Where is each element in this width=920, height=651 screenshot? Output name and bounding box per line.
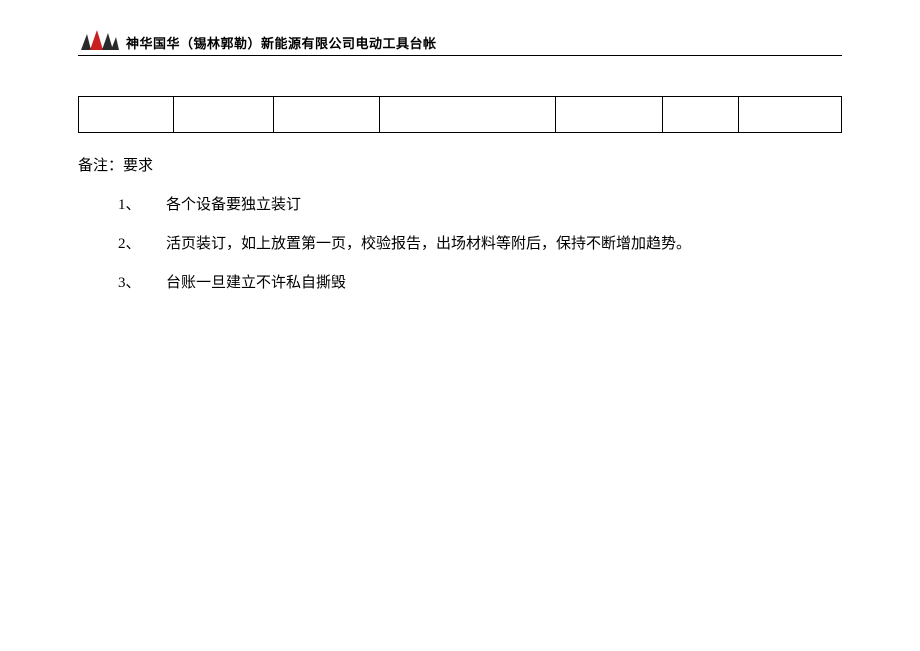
- list-number: 1、: [118, 193, 166, 214]
- list-text: 台账一旦建立不许私自撕毁: [166, 271, 842, 292]
- ledger-table: [78, 96, 842, 133]
- list-number: 3、: [118, 271, 166, 292]
- list-item: 2、 活页装订，如上放置第一页，校验报告，出场材料等附后，保持不断增加趋势。: [118, 232, 842, 253]
- list-text: 活页装订，如上放置第一页，校验报告，出场材料等附后，保持不断增加趋势。: [166, 232, 842, 253]
- list-number: 2、: [118, 232, 166, 253]
- list-item: 1、 各个设备要独立装订: [118, 193, 842, 214]
- list-text: 各个设备要独立装订: [166, 193, 842, 214]
- table-cell: [555, 97, 662, 133]
- table-cell: [79, 97, 174, 133]
- table-cell: [273, 97, 380, 133]
- table-cell: [380, 97, 555, 133]
- notes-title: 备注：要求: [78, 154, 842, 175]
- notes-section: 备注：要求 1、 各个设备要独立装订 2、 活页装订，如上放置第一页，校验报告，…: [78, 154, 842, 310]
- header-title: 神华国华（锡林郭勒）新能源有限公司电动工具台帐: [126, 33, 437, 52]
- notes-list: 1、 各个设备要独立装订 2、 活页装订，如上放置第一页，校验报告，出场材料等附…: [78, 193, 842, 292]
- table-cell: [738, 97, 841, 133]
- table-row: [79, 97, 842, 133]
- empty-table-container: [78, 96, 842, 133]
- list-item: 3、 台账一旦建立不许私自撕毁: [118, 271, 842, 292]
- table-cell: [174, 97, 273, 133]
- company-logo-icon: [78, 28, 120, 52]
- table-cell: [662, 97, 738, 133]
- document-header: 神华国华（锡林郭勒）新能源有限公司电动工具台帐: [78, 28, 842, 56]
